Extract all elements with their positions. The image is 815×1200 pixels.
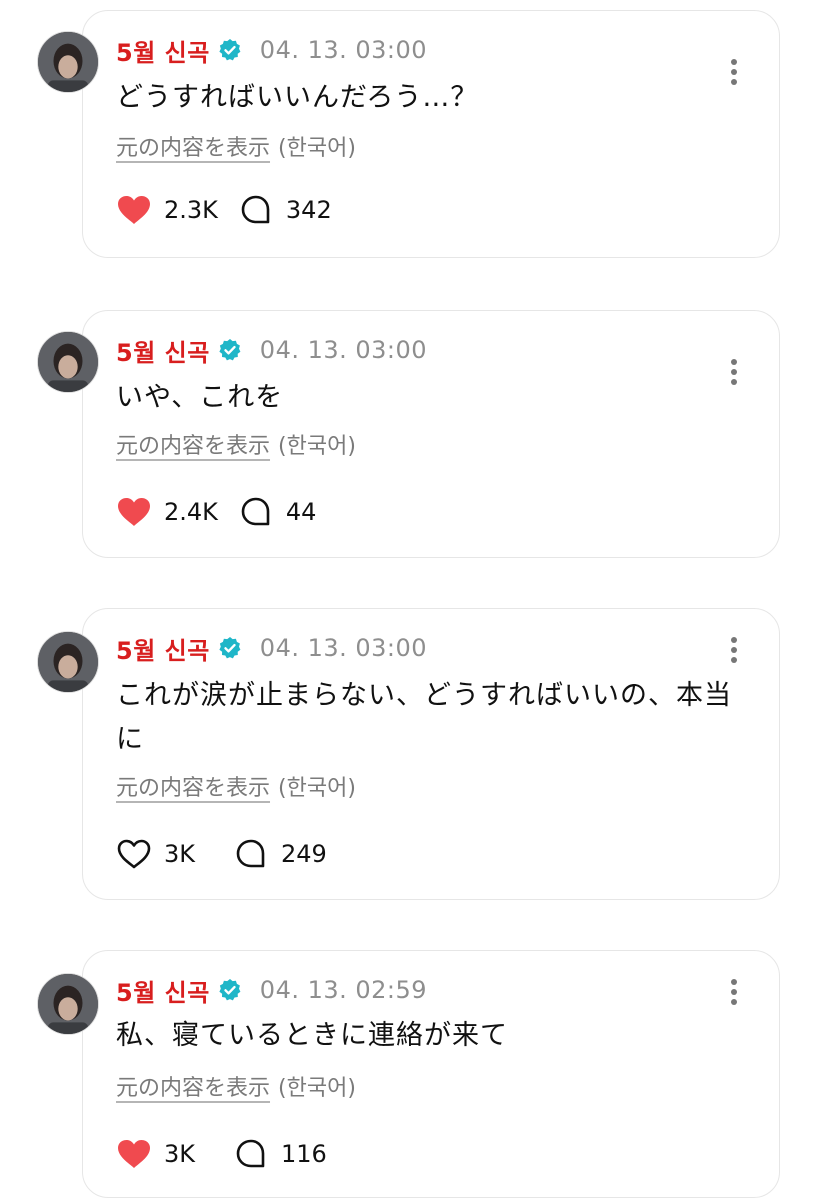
like-button[interactable]: 3K bbox=[116, 838, 195, 870]
show-original-link[interactable]: 元の内容を表示 bbox=[116, 1076, 270, 1101]
speech-bubble-icon bbox=[236, 1139, 265, 1168]
speech-bubble-icon bbox=[236, 839, 265, 868]
post-time: 04. 13. 02:59 bbox=[259, 976, 428, 1004]
verified-badge-icon bbox=[218, 338, 242, 362]
reply-count: 44 bbox=[285, 498, 317, 526]
post-time: 04. 13. 03:00 bbox=[259, 336, 428, 364]
reply-button[interactable]: 116 bbox=[235, 1138, 327, 1170]
translate-row: 元の内容を表示 (한국어) bbox=[116, 130, 356, 162]
post-text: いや、これを bbox=[116, 382, 284, 413]
reply-button[interactable]: 342 bbox=[240, 194, 332, 226]
author-name[interactable]: 5월 신곡 bbox=[116, 631, 210, 666]
reply-count: 116 bbox=[281, 1140, 327, 1168]
avatar[interactable] bbox=[37, 631, 99, 693]
like-button[interactable]: 2.4K bbox=[116, 496, 218, 528]
heart-icon bbox=[118, 498, 150, 526]
like-count: 3K bbox=[164, 840, 196, 868]
like-count: 2.3K bbox=[164, 196, 218, 224]
avatar[interactable] bbox=[37, 331, 99, 393]
like-button[interactable]: 3K bbox=[116, 1138, 195, 1170]
action-bar: 3K 249 bbox=[116, 838, 327, 870]
heart-outline-icon bbox=[117, 839, 151, 869]
like-button[interactable]: 2.3K bbox=[116, 194, 218, 226]
heart-icon bbox=[118, 196, 150, 224]
more-vertical-icon[interactable] bbox=[722, 976, 746, 1008]
translate-row: 元の内容を表示 (한국어) bbox=[116, 428, 356, 460]
action-bar: 2.3K 342 bbox=[116, 194, 332, 226]
action-bar: 3K 116 bbox=[116, 1138, 327, 1170]
original-language: (한국어) bbox=[278, 776, 356, 801]
action-bar: 2.4K 44 bbox=[116, 496, 316, 528]
post-text: 私、寝ているときに連絡が来て bbox=[116, 1020, 508, 1051]
post-text: どうすればいいんだろう…？ bbox=[116, 82, 479, 113]
post-time: 04. 13. 03:00 bbox=[259, 634, 428, 662]
like-count: 2.4K bbox=[164, 498, 218, 526]
like-count: 3K bbox=[164, 1140, 196, 1168]
reply-count: 249 bbox=[281, 840, 327, 868]
more-vertical-icon[interactable] bbox=[722, 634, 746, 666]
reply-button[interactable]: 44 bbox=[240, 496, 317, 528]
heart-icon bbox=[118, 1140, 150, 1168]
verified-badge-icon bbox=[218, 636, 242, 660]
post-header: 5월 신곡 04. 13. 03:00 bbox=[116, 30, 427, 70]
translate-row: 元の内容を表示 (한국어) bbox=[116, 770, 356, 802]
author-name[interactable]: 5월 신곡 bbox=[116, 33, 210, 68]
show-original-link[interactable]: 元の内容を表示 bbox=[116, 136, 270, 161]
speech-bubble-icon bbox=[241, 497, 270, 526]
translate-row: 元の内容を表示 (한국어) bbox=[116, 1070, 356, 1102]
reply-button[interactable]: 249 bbox=[235, 838, 327, 870]
original-language: (한국어) bbox=[278, 1076, 356, 1101]
original-language: (한국어) bbox=[278, 434, 356, 459]
verified-badge-icon bbox=[218, 38, 242, 62]
author-name[interactable]: 5월 신곡 bbox=[116, 973, 210, 1008]
post-header: 5월 신곡 04. 13. 03:00 bbox=[116, 330, 427, 370]
post-header: 5월 신곡 04. 13. 03:00 bbox=[116, 628, 427, 668]
show-original-link[interactable]: 元の内容を表示 bbox=[116, 776, 270, 801]
post-text: これが涙が止まらない、どうすればいいの、本当に bbox=[116, 680, 732, 755]
avatar[interactable] bbox=[37, 973, 99, 1035]
avatar[interactable] bbox=[37, 31, 99, 93]
post-time: 04. 13. 03:00 bbox=[259, 36, 428, 64]
show-original-link[interactable]: 元の内容を表示 bbox=[116, 434, 270, 459]
original-language: (한국어) bbox=[278, 136, 356, 161]
reply-count: 342 bbox=[285, 196, 332, 224]
speech-bubble-icon bbox=[241, 195, 270, 224]
author-name[interactable]: 5월 신곡 bbox=[116, 333, 210, 368]
verified-badge-icon bbox=[218, 978, 242, 1002]
post-header: 5월 신곡 04. 13. 02:59 bbox=[116, 970, 427, 1010]
